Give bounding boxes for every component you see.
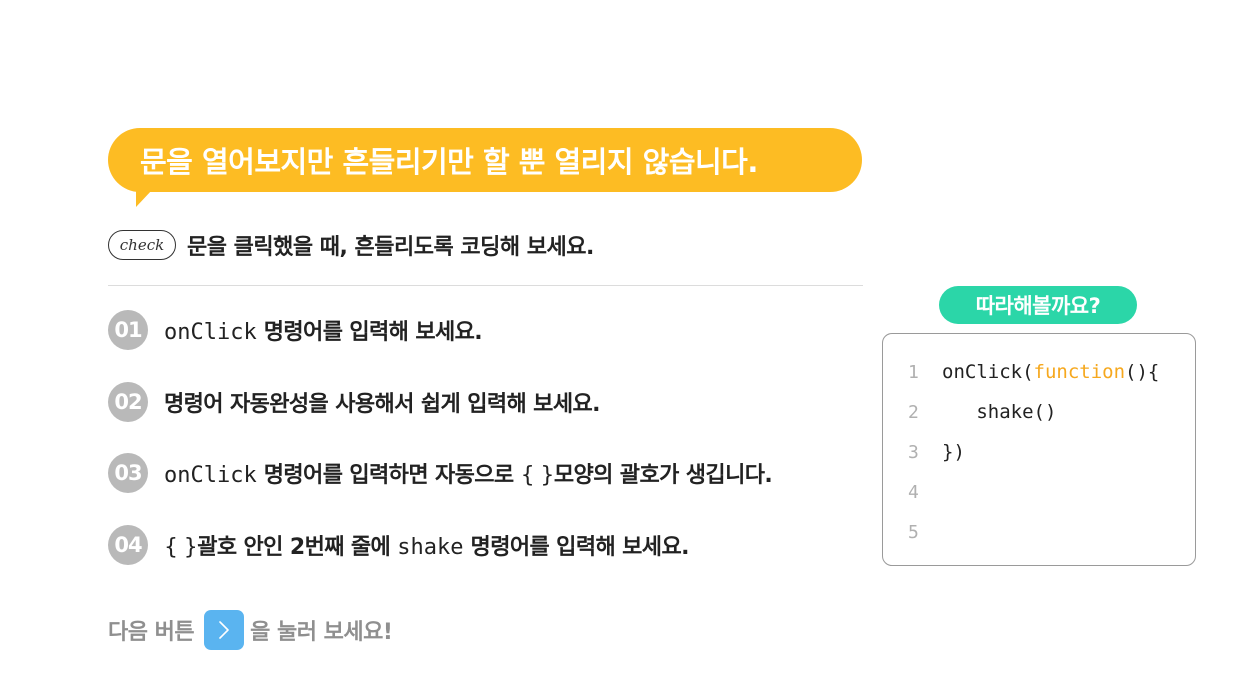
step-02: 02 명령어 자동완성을 사용해서 쉽게 입력해 보세요. xyxy=(108,382,600,422)
step-code: onClick xyxy=(164,320,257,345)
code-text: onClick( xyxy=(942,361,1034,383)
line-number: 4 xyxy=(908,481,919,503)
speech-bubble-tail xyxy=(136,190,152,207)
line-content: }) xyxy=(942,441,965,463)
footer-text-after: 을 눌러 보세요! xyxy=(250,620,393,645)
step-text: 명령어 자동완성을 사용해서 쉽게 입력해 보세요. xyxy=(164,386,600,418)
code-text: shake() xyxy=(942,401,1057,423)
code-text: }) xyxy=(942,441,965,463)
step-label: 괄호 안인 2번째 줄에 xyxy=(197,535,398,560)
step-text: onClick 명령어를 입력하면 자동으로 { }모양의 괄호가 생깁니다. xyxy=(164,457,773,489)
footer-instruction: 다음 버튼 을 눌러 보세요! xyxy=(108,610,393,650)
check-instruction: 문을 클릭했을 때, 흔들리도록 코딩해 보세요. xyxy=(187,235,594,260)
step-label-2: 명령어를 입력해 보세요. xyxy=(463,535,690,560)
step-04: 04 { }괄호 안인 2번째 줄에 shake 명령어를 입력해 보세요. xyxy=(108,525,689,565)
step-03: 03 onClick 명령어를 입력하면 자동으로 { }모양의 괄호가 생깁니… xyxy=(108,453,773,493)
step-label: 명령어 자동완성을 사용해서 쉽게 입력해 보세요. xyxy=(164,392,600,417)
line-number: 3 xyxy=(908,441,919,463)
step-number-badge: 04 xyxy=(108,525,148,565)
title-text: 문을 열어보지만 흔들리기만 할 뿐 열리지 않습니다. xyxy=(140,145,758,179)
line-number: 2 xyxy=(908,401,919,423)
step-01: 01 onClick 명령어를 입력해 보세요. xyxy=(108,310,483,350)
step-text: { }괄호 안인 2번째 줄에 shake 명령어를 입력해 보세요. xyxy=(164,529,689,561)
step-label: 명령어를 입력하면 자동으로 xyxy=(256,463,521,488)
next-button[interactable] xyxy=(204,610,245,650)
step-number-badge: 03 xyxy=(108,453,148,493)
code-editor: 1 onClick(function(){ 2 shake() 3 }) 4 5 xyxy=(882,333,1196,566)
line-content: shake() xyxy=(942,401,1056,423)
divider xyxy=(108,285,863,286)
step-label-2: 모양의 괄호가 생깁니다. xyxy=(553,463,773,488)
code-text-end: (){ xyxy=(1125,361,1160,383)
keyword-text: function xyxy=(1033,361,1126,383)
check-row: check 문을 클릭했을 때, 흔들리도록 코딩해 보세요. xyxy=(108,229,594,261)
brace-symbol: { } xyxy=(520,463,555,488)
follow-along-badge: 따라해볼까요? xyxy=(939,286,1137,324)
brace-symbol: { } xyxy=(164,535,198,560)
step-label: 명령어를 입력해 보세요. xyxy=(256,320,483,345)
title-speech-bubble: 문을 열어보지만 흔들리기만 할 뿐 열리지 않습니다. xyxy=(108,128,862,192)
line-number: 5 xyxy=(908,521,919,543)
step-text: onClick 명령어를 입력해 보세요. xyxy=(164,314,483,346)
footer-text-before: 다음 버튼 xyxy=(108,620,195,645)
step-number-badge: 02 xyxy=(108,382,148,422)
step-code: shake xyxy=(397,535,464,560)
check-badge: check xyxy=(108,230,176,260)
step-number-badge: 01 xyxy=(108,310,148,350)
line-content: onClick(function(){ xyxy=(942,361,1159,383)
line-number: 1 xyxy=(908,361,919,383)
step-code: onClick xyxy=(164,463,257,488)
chevron-right-icon xyxy=(219,621,229,639)
